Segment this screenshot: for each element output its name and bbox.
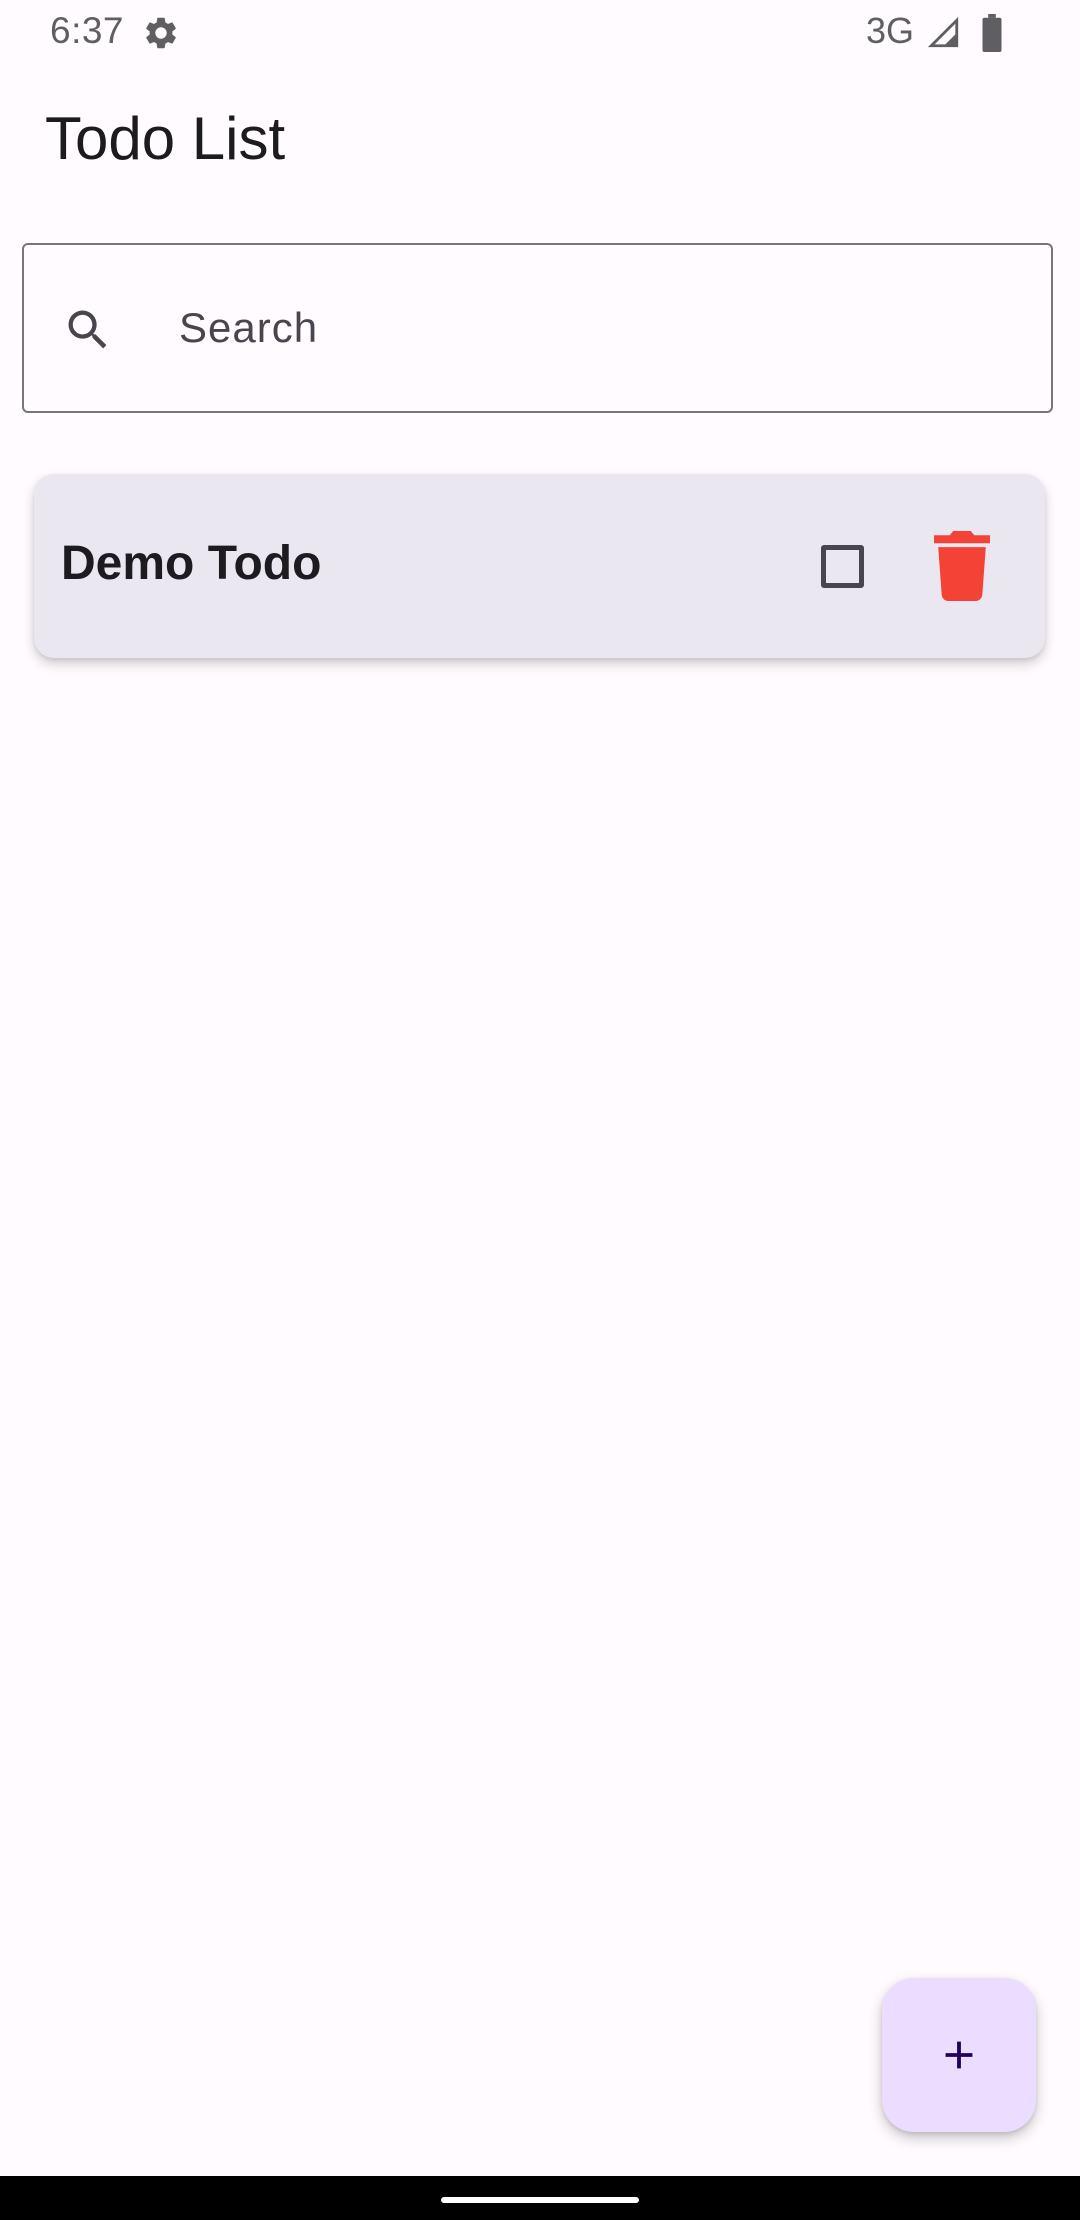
trash-icon [934,531,990,601]
todo-complete-checkbox[interactable] [796,520,888,612]
plus-icon [945,2041,973,2069]
battery-icon [982,14,1002,52]
status-bar: 6:37 3G [0,0,1080,66]
delete-todo-button[interactable] [916,520,1008,612]
search-input[interactable] [154,245,1014,410]
navigation-bar [0,2176,1080,2220]
add-todo-button[interactable] [882,1978,1036,2132]
search-field[interactable] [22,243,1053,413]
signal-icon [927,16,959,48]
network-type: 3G [866,10,915,51]
gear-icon [146,17,176,49]
status-time: 6:37 [50,10,125,51]
search-icon [68,310,107,349]
page-title: Todo List [45,105,286,172]
todo-title: Demo Todo [61,537,322,590]
checkbox-unchecked-icon [820,544,864,588]
home-gesture-handle[interactable] [441,2197,639,2203]
screen: 6:37 3G Todo List Demo Todo [0,0,1080,2220]
todo-item[interactable]: Demo Todo [34,474,1045,658]
